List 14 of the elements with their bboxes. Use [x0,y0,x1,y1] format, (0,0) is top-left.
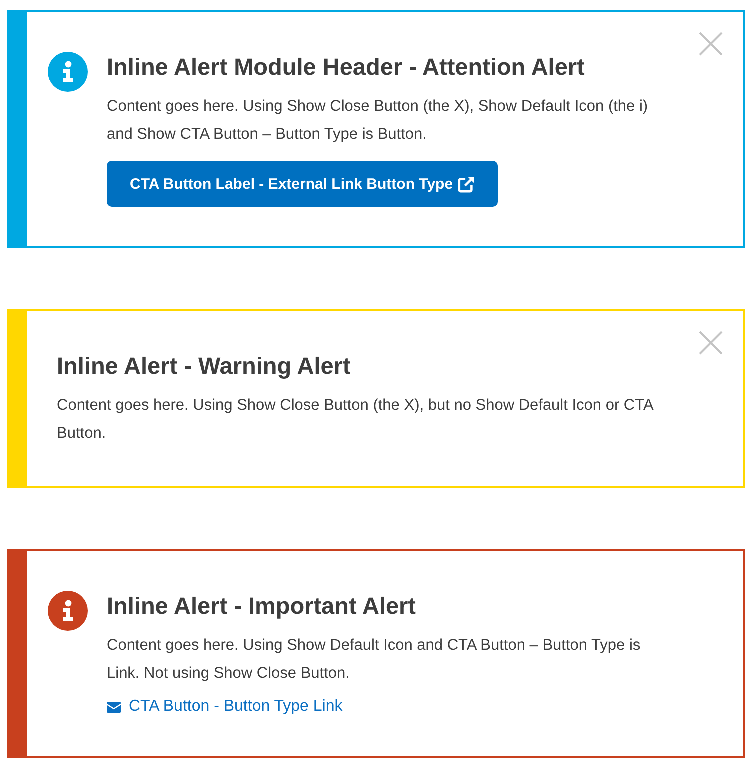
close-button[interactable] [699,32,723,56]
envelope-icon [107,702,121,712]
alert-title: Inline Alert Module Header - Attention Alert [107,53,585,82]
close-icon [699,32,723,56]
alert-title: Inline Alert - Important Alert [107,592,416,621]
alert-message: Content goes here. Using Show Close Button (the X), Show Default Icon (the i) and Show CTA Button – Button Type is Button. [107,97,650,144]
alert-message: Content goes here. Using Show Default Icon and CTA Button – Button Type is Link. Not using Show Close Button. [107,636,642,684]
close-icon [699,331,723,355]
alert-message: Content goes here. Using Show Close Button (the X), but no Show Default Icon or CTA Button. [57,396,654,444]
cta-button[interactable]: CTA Button Label - External Link Button Type [107,161,498,207]
alert-title: Inline Alert - Warning Alert [57,352,351,381]
external-link-icon [458,176,476,192]
cta-link[interactable]: CTA Button - Button Type Link [107,697,343,717]
close-button[interactable] [699,331,723,355]
